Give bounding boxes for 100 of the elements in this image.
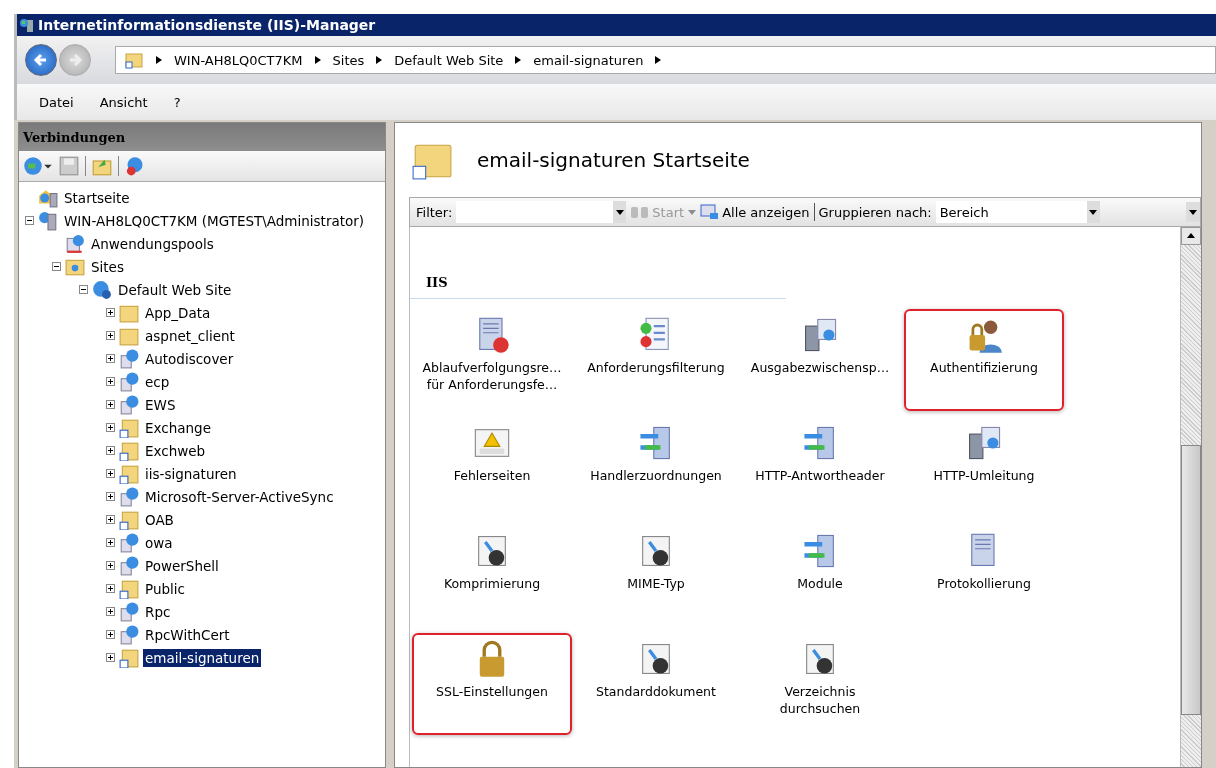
tree-item[interactable]: EWS bbox=[143, 395, 178, 414]
feature-item[interactable]: Authentifizierung bbox=[904, 309, 1064, 411]
address-bar[interactable]: WIN-AH8LQ0CT7KM Sites Default Web Site email-signaturen bbox=[115, 46, 1216, 74]
tree-item[interactable]: RpcWithCert bbox=[143, 625, 232, 644]
feature-item[interactable]: Module bbox=[740, 525, 900, 627]
menu-item[interactable]: ? bbox=[173, 94, 181, 110]
expand-icon[interactable] bbox=[106, 446, 115, 455]
feature-label: Module bbox=[797, 575, 843, 592]
expand-icon[interactable] bbox=[106, 607, 115, 616]
pool-icon bbox=[65, 233, 85, 254]
group-by-dropdown[interactable]: Bereich bbox=[935, 201, 1100, 223]
tree-item[interactable]: OAB bbox=[143, 510, 176, 529]
server-icon bbox=[19, 17, 35, 33]
tree-item[interactable]: PowerShell bbox=[143, 556, 221, 575]
chevron-icon bbox=[314, 56, 321, 64]
expand-icon[interactable] bbox=[106, 469, 115, 478]
tree-item[interactable]: Startseite bbox=[62, 188, 132, 207]
feature-item[interactable]: Verzeichnis durchsuchen bbox=[740, 633, 900, 735]
show-all-button[interactable]: Alle anzeigen bbox=[700, 204, 810, 220]
expand-icon[interactable] bbox=[106, 630, 115, 639]
caret-icon[interactable] bbox=[1089, 209, 1098, 215]
filter-field[interactable] bbox=[456, 201, 627, 223]
feature-label: HTTP-Umleitung bbox=[933, 467, 1035, 484]
folder-shortcut-icon bbox=[119, 463, 139, 484]
folder-shortcut-icon bbox=[119, 417, 139, 438]
tree-item[interactable]: owa bbox=[143, 533, 175, 552]
expand-icon[interactable] bbox=[106, 423, 115, 432]
breadcrumb-item[interactable]: Default Web Site bbox=[394, 52, 504, 68]
expand-icon[interactable] bbox=[106, 561, 115, 570]
feature-label: Authentifizierung bbox=[930, 359, 1038, 376]
expand-icon[interactable] bbox=[106, 354, 115, 363]
chevron-icon bbox=[655, 56, 662, 64]
expand-icon[interactable] bbox=[106, 584, 115, 593]
feature-label: Handlerzuordnungen bbox=[590, 467, 722, 484]
folder-shortcut-icon bbox=[119, 578, 139, 599]
feature-item[interactable]: Fehlerseiten bbox=[412, 417, 572, 519]
expand-icon[interactable] bbox=[106, 492, 115, 501]
collapse-icon[interactable] bbox=[52, 262, 61, 271]
tree-item[interactable]: Default Web Site bbox=[116, 280, 234, 299]
feature-item[interactable]: Ablaufverfolgungsre… für Anforderungsfe… bbox=[412, 309, 572, 411]
menu-item[interactable]: Ansicht bbox=[99, 94, 148, 110]
breadcrumb-item[interactable]: WIN-AH8LQ0CT7KM bbox=[174, 52, 303, 68]
globe-page-icon bbox=[119, 486, 139, 507]
tree-item[interactable]: iis-signaturen bbox=[143, 464, 239, 483]
chevron-icon bbox=[376, 56, 383, 64]
expand-icon[interactable] bbox=[106, 400, 115, 409]
tree-item[interactable]: WIN-AH8LQ0CT7KM (MGTEST\Administrator) bbox=[62, 211, 367, 230]
tree-item[interactable]: Exchweb bbox=[143, 441, 208, 460]
globe-delete-icon[interactable] bbox=[125, 156, 145, 176]
tree-item[interactable]: Exchange bbox=[143, 418, 213, 437]
tree-item[interactable]: Autodiscover bbox=[143, 349, 236, 368]
globe-icon bbox=[92, 279, 112, 300]
expand-icon[interactable] bbox=[106, 377, 115, 386]
feature-item[interactable]: MIME-Typ bbox=[576, 525, 736, 627]
chevron-icon bbox=[156, 56, 162, 64]
chevron-icon bbox=[515, 56, 522, 64]
tree-item[interactable]: Microsoft-Server-ActiveSync bbox=[143, 487, 336, 506]
globe-page-icon bbox=[119, 601, 139, 622]
collapse-icon[interactable] bbox=[79, 285, 88, 294]
menu-item[interactable]: Datei bbox=[39, 94, 74, 110]
tree-item[interactable]: Anwendungspools bbox=[89, 234, 216, 253]
server-icon bbox=[38, 210, 58, 231]
overflow-icon[interactable] bbox=[1189, 209, 1197, 215]
collapse-icon[interactable] bbox=[25, 216, 34, 225]
folder-shortcut-icon bbox=[119, 509, 139, 530]
globe-page-icon bbox=[119, 394, 139, 415]
tree-item[interactable]: Public bbox=[143, 579, 187, 598]
feature-item[interactable]: HTTP-Antwortheader bbox=[740, 417, 900, 519]
feature-label: Ablaufverfolgungsre… für Anforderungsfe… bbox=[421, 359, 563, 393]
expand-icon[interactable] bbox=[106, 653, 115, 662]
expand-icon[interactable] bbox=[106, 308, 115, 317]
feature-label: Fehlerseiten bbox=[453, 467, 531, 484]
tree-item[interactable]: App_Data bbox=[143, 303, 213, 322]
tree-item[interactable]: Sites bbox=[89, 257, 126, 276]
feature-item[interactable]: HTTP-Umleitung bbox=[904, 417, 1064, 519]
globe-icon[interactable] bbox=[23, 156, 53, 176]
scroll-up-icon[interactable] bbox=[1181, 227, 1201, 245]
feature-item[interactable]: Komprimierung bbox=[412, 525, 572, 627]
globe-page-icon bbox=[119, 371, 139, 392]
tree-item[interactable]: Rpc bbox=[143, 602, 173, 621]
tree-item[interactable]: aspnet_client bbox=[143, 326, 237, 345]
expand-icon[interactable] bbox=[106, 538, 115, 547]
tree-item[interactable]: email-signaturen bbox=[143, 648, 262, 667]
folder-shortcut-icon bbox=[119, 440, 139, 461]
filter-label: Filter: bbox=[416, 204, 453, 220]
feature-item[interactable]: SSL-Einstellungen bbox=[412, 633, 572, 735]
scrollbar[interactable] bbox=[1180, 227, 1201, 767]
feature-item[interactable]: Protokollierung bbox=[904, 525, 1064, 627]
breadcrumb-item[interactable]: Sites bbox=[332, 52, 365, 68]
feature-item[interactable]: Handlerzuordnungen bbox=[576, 417, 736, 519]
tree-item[interactable]: ecp bbox=[143, 372, 172, 391]
feature-item[interactable]: Ausgabezwischensp… bbox=[740, 309, 900, 411]
expand-icon[interactable] bbox=[106, 515, 115, 524]
feature-item[interactable]: Standarddokument bbox=[576, 633, 736, 735]
caret-icon[interactable] bbox=[615, 209, 624, 215]
expand-icon[interactable] bbox=[106, 331, 115, 340]
back-button[interactable] bbox=[25, 44, 57, 76]
breadcrumb-item[interactable]: email-signaturen bbox=[533, 52, 644, 68]
folder-shortcut-icon bbox=[119, 647, 139, 668]
feature-item[interactable]: Anforderungsfilterung bbox=[576, 309, 736, 411]
